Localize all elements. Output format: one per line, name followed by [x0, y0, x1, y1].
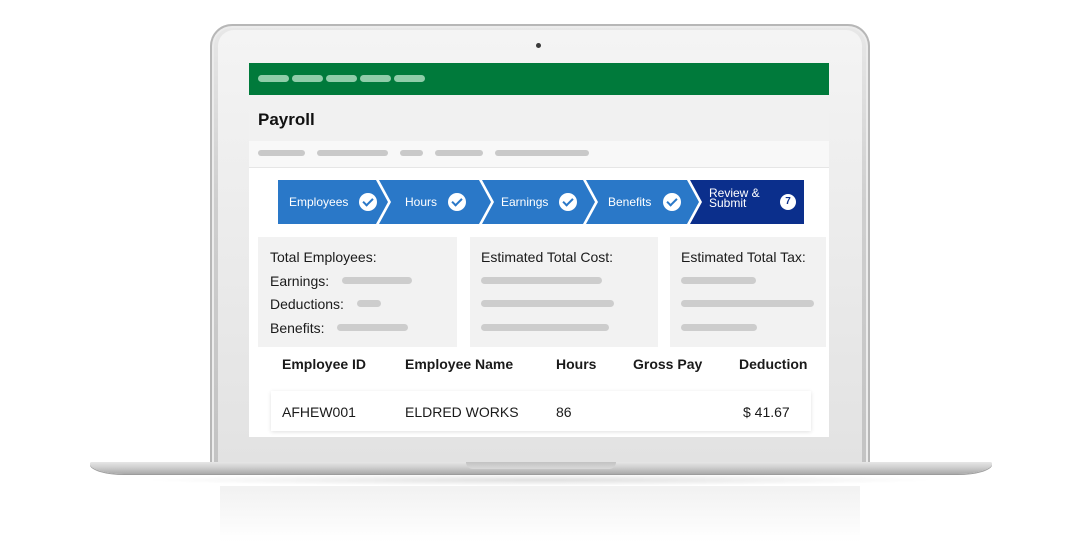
tax-value-placeholder: [681, 300, 814, 307]
column-header-employee-name[interactable]: Employee Name: [405, 356, 513, 372]
nav-placeholder-item[interactable]: [292, 75, 323, 82]
stage: Payroll Employees Hours Earnings Benefit…: [0, 0, 1080, 559]
step-employees[interactable]: Employees: [278, 180, 388, 224]
tax-value-placeholder: [681, 324, 757, 331]
cell-deduction: $ 41.67: [743, 404, 790, 420]
total-employees-label: Total Employees:: [270, 249, 377, 265]
laptop-base-notch: [466, 462, 616, 469]
cost-value-placeholder: [481, 300, 614, 307]
nav-placeholder-item[interactable]: [326, 75, 357, 82]
estimated-total-cost-label: Estimated Total Cost:: [481, 249, 614, 265]
step-benefits[interactable]: Benefits: [586, 180, 699, 224]
step-label: Earnings: [501, 195, 549, 209]
page-header: [249, 95, 829, 141]
benefits-label: Benefits:: [270, 320, 325, 336]
step-label: Benefits: [608, 195, 652, 209]
laptop-reflection: [220, 486, 860, 556]
step-review-submit[interactable]: Review & Submit 7: [690, 180, 804, 224]
check-icon: [559, 193, 577, 211]
column-header-hours[interactable]: Hours: [556, 356, 596, 372]
cell-employee-id: AFHEW001: [282, 404, 356, 420]
check-icon: [359, 193, 377, 211]
deductions-label: Deductions:: [270, 296, 344, 312]
step-number-badge: 7: [780, 194, 796, 210]
subnav-placeholder-item[interactable]: [317, 150, 388, 156]
column-header-employee-id[interactable]: Employee ID: [282, 356, 366, 372]
earnings-label: Earnings:: [270, 273, 330, 289]
app-screen: Payroll Employees Hours Earnings Benefit…: [249, 63, 829, 437]
cost-value-placeholder: [481, 277, 602, 284]
top-navigation-bar: [249, 63, 829, 95]
cell-hours: 86: [556, 404, 572, 420]
step-label: Review & Submit: [709, 186, 760, 210]
column-header-deduction[interactable]: Deduction: [739, 356, 807, 372]
nav-placeholder-item[interactable]: [394, 75, 425, 82]
cell-employee-name: ELDRED WORKS: [405, 404, 519, 420]
laptop-shadow: [140, 474, 940, 486]
nav-placeholder-item[interactable]: [360, 75, 391, 82]
column-header-gross-pay[interactable]: Gross Pay: [633, 356, 702, 372]
subnav-placeholder-item[interactable]: [435, 150, 483, 156]
step-label: Hours: [405, 195, 438, 209]
cost-value-placeholder: [481, 324, 609, 331]
step-hours[interactable]: Hours: [379, 180, 491, 224]
nav-placeholder-item[interactable]: [258, 75, 289, 82]
benefits-value-placeholder: [337, 324, 408, 331]
check-icon: [448, 193, 466, 211]
subnav-placeholder-item[interactable]: [400, 150, 423, 156]
deductions-value-placeholder: [357, 300, 381, 307]
step-label: Employees: [289, 195, 349, 209]
page-title: Payroll: [258, 110, 315, 129]
estimated-total-tax-label: Estimated Total Tax:: [681, 249, 806, 265]
tax-value-placeholder: [681, 277, 756, 284]
camera-icon: [536, 43, 541, 48]
earnings-value-placeholder: [342, 277, 412, 284]
subnav-placeholder-item[interactable]: [258, 150, 305, 156]
check-icon: [663, 193, 681, 211]
step-earnings[interactable]: Earnings: [482, 180, 595, 224]
subnav-placeholder-item[interactable]: [495, 150, 589, 156]
